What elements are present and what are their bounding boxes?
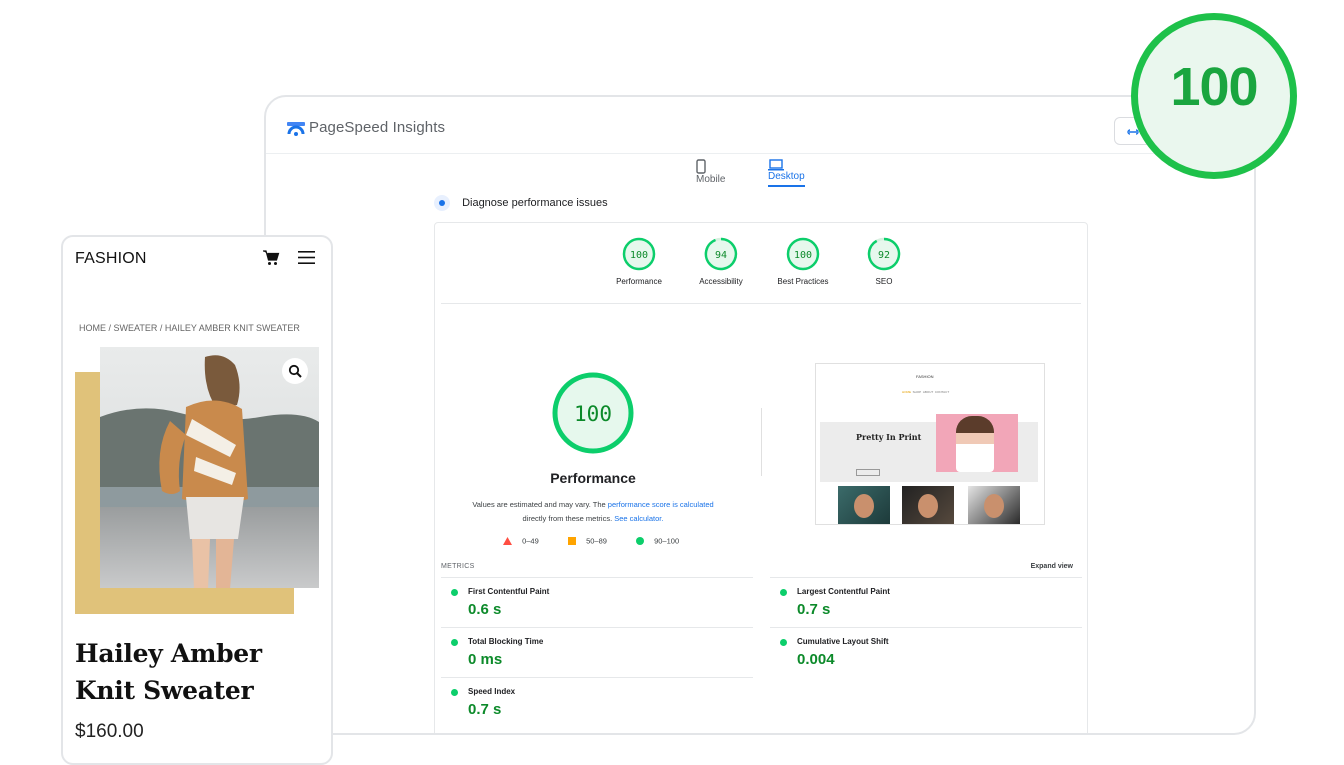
metric-name: First Contentful Paint — [468, 587, 550, 596]
metric-fcp: First Contentful Paint 0.6 s — [441, 577, 753, 626]
metric-tbt: Total Blocking Time 0 ms — [441, 627, 753, 676]
preview-nav: HOME SHOP ABOUT CONTACT — [902, 390, 949, 394]
metric-value: 0.7 s — [797, 601, 831, 618]
metric-name: Speed Index — [468, 687, 516, 696]
circle-icon — [636, 537, 644, 546]
triangle-icon — [503, 537, 512, 546]
note-text-2: directly from these metrics. — [522, 514, 615, 523]
metric-name: Largest Contentful Paint — [797, 587, 890, 596]
gauge-accessibility[interactable]: 94 Accessibility — [681, 237, 761, 286]
product-photo[interactable] — [100, 347, 319, 588]
gauge-seo[interactable]: 92 SEO — [844, 237, 924, 286]
square-icon — [568, 537, 576, 546]
gauge-best-practices[interactable]: 100 Best Practices — [763, 237, 843, 286]
performance-heading: Performance — [550, 470, 636, 486]
phone-icon — [696, 159, 706, 174]
gauge-label: Accessibility — [699, 277, 743, 286]
diagnose-label: Diagnose performance issues — [462, 197, 608, 209]
preview-nav-item: HOME — [902, 390, 911, 394]
preview-thumbnail — [902, 486, 954, 524]
metric-name: Cumulative Layout Shift — [797, 637, 889, 646]
gauge-label: Performance — [616, 277, 662, 286]
score-calculated-link[interactable]: performance score is calculated — [608, 500, 714, 509]
page-screenshot-preview: FASHION HOME SHOP ABOUT CONTACT Pretty I… — [815, 363, 1045, 525]
performance-gauge: 100 — [552, 372, 634, 454]
tab-desktop-label: Desktop — [768, 171, 805, 182]
metric-value: 0 ms — [468, 651, 503, 668]
divider — [761, 408, 762, 476]
score-note: Values are estimated and may vary. The p… — [455, 498, 731, 526]
metric-name: Total Blocking Time — [468, 637, 544, 646]
gauge-score: 94 — [715, 250, 727, 261]
laptop-icon — [768, 159, 784, 171]
gauge-score: 92 — [878, 250, 890, 261]
breadcrumb[interactable]: HOME / SWEATER / HAILEY AMBER KNIT SWEAT… — [79, 323, 300, 333]
pass-circle-icon — [451, 689, 458, 696]
mobile-product-page: FASHION HOME / SWEATER / HAILEY AMBER KN… — [61, 235, 333, 765]
see-calculator-link[interactable]: See calculator. — [614, 514, 663, 523]
zoom-button[interactable] — [282, 358, 308, 384]
gauge-score: 100 — [630, 250, 648, 261]
app-title: PageSpeed Insights — [309, 119, 446, 136]
category-gauges: 100 Performance 94 Accessibility 100 Bes… — [441, 223, 1081, 304]
metric-lcp: Largest Contentful Paint 0.7 s — [770, 577, 1082, 626]
preview-model-image — [956, 416, 994, 472]
tab-desktop[interactable]: Desktop — [768, 159, 805, 187]
pass-circle-icon — [780, 639, 787, 646]
note-text: Values are estimated and may vary. The — [472, 500, 608, 509]
metric-value: 0.004 — [797, 651, 835, 668]
gauge-ring-icon: 100 — [622, 237, 656, 271]
metric-value: 0.6 s — [468, 601, 502, 618]
preview-brand: FASHION — [916, 374, 934, 379]
preview-nav-item: ABOUT — [922, 390, 934, 394]
product-price: $160.00 — [75, 721, 144, 742]
legend-fail: 0–49 — [503, 536, 539, 546]
legend-pass: 90–100 — [636, 536, 679, 546]
expand-view-button[interactable]: Expand view — [1031, 563, 1073, 570]
psi-header: PageSpeed Insights — [266, 97, 1254, 154]
performance-score: 100 — [574, 402, 612, 426]
gauge-performance[interactable]: 100 Performance — [599, 237, 679, 286]
preview-hero-title: Pretty In Print — [856, 432, 922, 442]
search-icon — [288, 364, 302, 378]
hamburger-menu-icon[interactable] — [298, 250, 315, 265]
gauge-label: SEO — [875, 277, 893, 286]
pass-circle-icon — [451, 589, 458, 596]
legend-range: 50–89 — [586, 536, 607, 546]
pass-circle-icon — [451, 639, 458, 646]
product-title: Hailey Amber Knit Sweater — [75, 639, 262, 705]
preview-thumbnail — [968, 486, 1020, 524]
badge-score: 100 — [1170, 57, 1258, 117]
preview-hero-button — [856, 469, 880, 476]
tab-mobile-label: Mobile — [696, 174, 726, 185]
pagespeed-window: PageSpeed Insights Mobile Desktop Diagno… — [264, 95, 1256, 735]
gauge-ring-icon: 92 — [867, 237, 901, 271]
legend-average: 50–89 — [568, 536, 607, 546]
gauge-ring-icon: 100 — [786, 237, 820, 271]
metric-cls: Cumulative Layout Shift 0.004 — [770, 627, 1082, 676]
pass-circle-icon — [780, 589, 787, 596]
diagnose-icon — [434, 195, 450, 211]
legend-range: 0–49 — [522, 536, 539, 546]
gauge-label: Best Practices — [777, 277, 829, 286]
report-card: 100 Performance 94 Accessibility 100 Bes… — [434, 222, 1088, 733]
metrics-heading: METRICS — [441, 563, 475, 570]
store-logo[interactable]: FASHION — [75, 250, 147, 268]
pagespeed-logo-icon — [287, 122, 305, 136]
preview-nav-item: CONTACT — [934, 390, 950, 394]
metrics-header: METRICS Expand view — [441, 563, 1081, 570]
diagnose-section-title: Diagnose performance issues — [434, 195, 608, 211]
gauge-score: 100 — [794, 250, 812, 261]
preview-thumbnail — [838, 486, 890, 524]
tab-mobile[interactable]: Mobile — [696, 159, 725, 185]
metric-value: 0.7 s — [468, 701, 502, 718]
legend-range: 90–100 — [654, 536, 680, 546]
metric-speed-index: Speed Index 0.7 s — [441, 677, 753, 726]
gauge-ring-icon: 94 — [704, 237, 738, 271]
preview-nav-item: SHOP — [912, 390, 922, 394]
cart-icon[interactable] — [263, 250, 280, 266]
score-badge: 100 — [1131, 13, 1297, 179]
